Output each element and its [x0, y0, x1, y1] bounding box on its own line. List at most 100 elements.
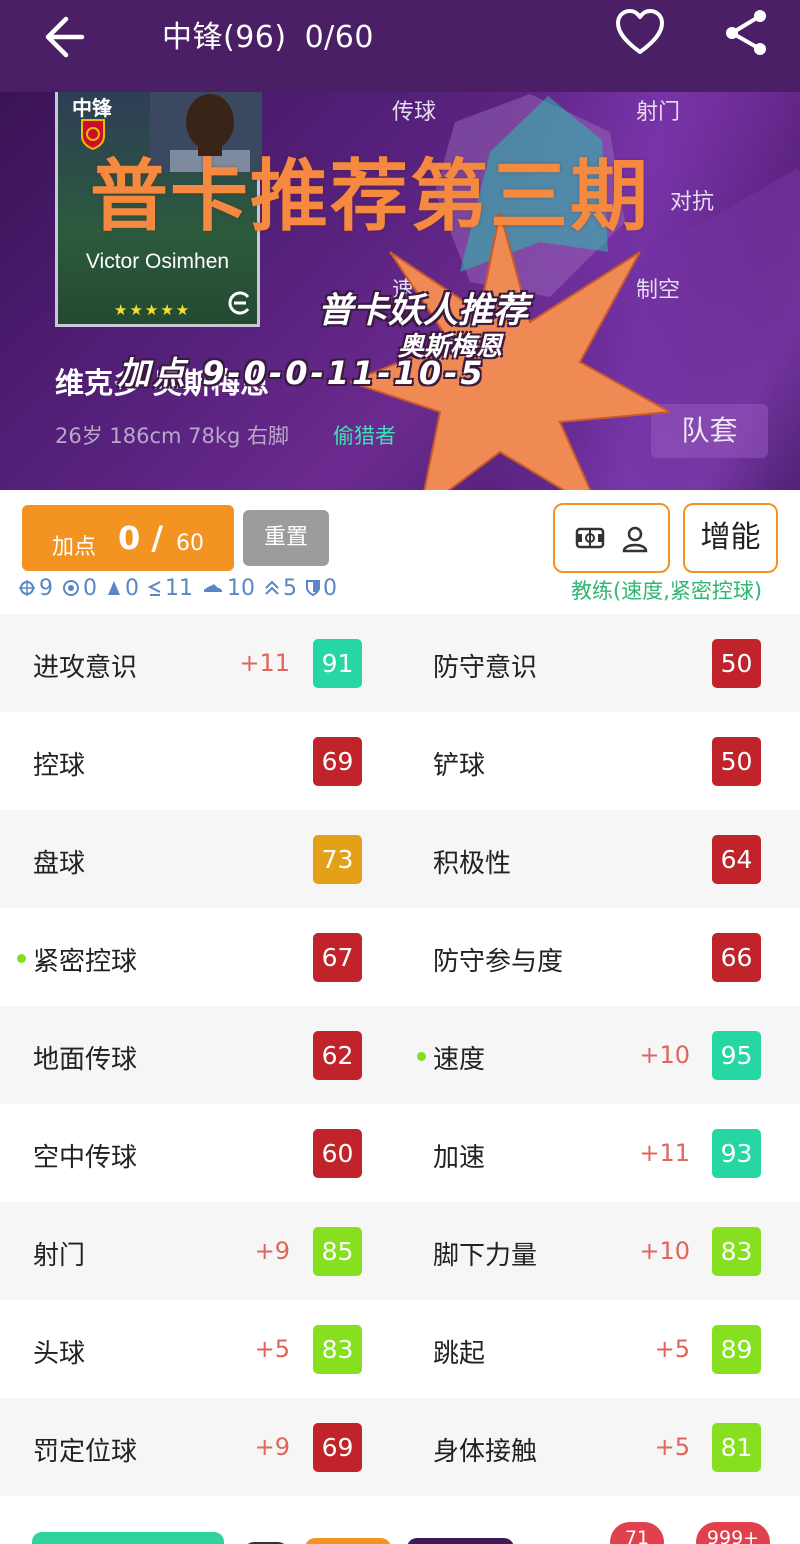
stat-row: 地面传球 62 速度 +10 95 — [0, 1006, 800, 1104]
bottom-button[interactable] — [32, 1532, 224, 1544]
stat-value: 91 — [313, 639, 362, 688]
stat-name: 身体接触 — [433, 1437, 538, 1467]
stat-value: 69 — [313, 1423, 362, 1472]
stat-row: 控球 69 铲球 50 — [0, 712, 800, 810]
stat-item[interactable]: 空中传球 60 — [0, 1104, 400, 1202]
stat-value: 89 — [712, 1325, 761, 1374]
stat-item[interactable]: 头球 +5 83 — [0, 1300, 400, 1398]
add-points-value: 0 / — [118, 519, 164, 557]
stat-value: 64 — [712, 835, 761, 884]
stat-item[interactable]: 控球 69 — [0, 712, 400, 810]
bottom-button[interactable] — [407, 1538, 514, 1544]
stat-value: 83 — [313, 1325, 362, 1374]
stat-item[interactable]: 速度 +10 95 — [400, 1006, 800, 1104]
stat-item[interactable]: 盘球 73 — [0, 810, 400, 908]
stat-boost: +5 — [654, 1335, 690, 1363]
shield-icon — [306, 580, 320, 597]
stat-value: 95 — [712, 1031, 761, 1080]
stat-item[interactable]: 加速 +11 93 — [400, 1104, 800, 1202]
stat-item[interactable]: 防守参与度 66 — [400, 908, 800, 1006]
stat-value: 62 — [313, 1031, 362, 1080]
efootball-logo-icon — [228, 291, 250, 315]
stat-row: 罚定位球 +9 69 身体接触 +5 81 — [0, 1398, 800, 1496]
stat-boost: +5 — [654, 1433, 690, 1461]
skill-dribble: 0 — [106, 576, 139, 601]
stat-name: 铲球 — [433, 751, 486, 781]
card-player-name: Victor Osimhen — [85, 250, 230, 273]
crosshair-icon — [19, 580, 35, 596]
stat-boost: +9 — [254, 1433, 290, 1461]
player-hero: 中锋 Victor Osimhen ★★★★★ 传球 射门 对抗 速度 制空 维… — [0, 92, 800, 490]
stat-name: 积极性 — [433, 849, 512, 879]
count-badge: 71 — [610, 1522, 664, 1544]
stat-item[interactable]: 脚下力量 +10 83 — [400, 1202, 800, 1300]
stat-item[interactable]: 紧密控球 67 — [0, 908, 400, 1006]
stat-boost: +11 — [639, 1139, 690, 1167]
page-title: 中锋(96) 0/60 — [162, 12, 392, 56]
stat-name: 加速 — [433, 1143, 486, 1173]
stat-item[interactable]: 防守意识 50 — [400, 614, 800, 712]
lessequal-icon — [148, 581, 161, 596]
stat-value: 85 — [313, 1227, 362, 1276]
stat-item[interactable]: 射门 +9 85 — [0, 1202, 400, 1300]
boost-button[interactable]: 增能 — [683, 503, 778, 573]
highlight-dot — [417, 1052, 426, 1061]
stat-name: 脚下力量 — [433, 1241, 538, 1271]
stat-name: 空中传球 — [33, 1143, 138, 1173]
stat-name: 地面传球 — [33, 1045, 138, 1075]
stat-row: 盘球 73 积极性 64 — [0, 810, 800, 908]
stat-name: 紧密控球 — [33, 947, 138, 977]
stat-name: 控球 — [33, 751, 86, 781]
stat-item[interactable]: 地面传球 62 — [0, 1006, 400, 1104]
promo-title: 普卡推荐第三期 — [90, 152, 651, 242]
formation-button[interactable] — [553, 503, 670, 573]
stat-name: 防守参与度 — [433, 947, 564, 977]
stat-value: 66 — [712, 933, 761, 982]
add-points-max: 60 — [176, 531, 204, 556]
top-bar: 中锋(96) 0/60 — [0, 0, 800, 92]
points-progress: 0/60 — [304, 20, 374, 55]
stat-boost: +9 — [254, 1237, 290, 1265]
stat-name: 罚定位球 — [33, 1437, 138, 1467]
promo-build: 加点 9-0-0-11-10-5 — [118, 354, 486, 392]
stat-value: 81 — [712, 1423, 761, 1472]
stat-item[interactable]: 跳起 +5 89 — [400, 1300, 800, 1398]
stat-item[interactable]: 身体接触 +5 81 — [400, 1398, 800, 1496]
stat-item[interactable]: 铲球 50 — [400, 712, 800, 810]
skill-defense: 0 — [306, 576, 337, 601]
skill-pass: 0 — [62, 576, 97, 601]
radar-label-physical: 对抗 — [670, 190, 715, 215]
favorite-heart-icon[interactable] — [612, 6, 668, 58]
stat-row: 紧密控球 67 防守参与度 66 — [0, 908, 800, 1006]
back-arrow-icon[interactable] — [36, 10, 86, 60]
pitch-icon — [575, 527, 605, 549]
bottom-button[interactable] — [305, 1538, 391, 1544]
skill-dexterity: 11 — [148, 576, 193, 601]
reset-button[interactable]: 重置 — [243, 510, 329, 566]
stat-value: 69 — [313, 737, 362, 786]
stat-boost: +10 — [639, 1237, 690, 1265]
count-badge: 999+ — [696, 1522, 770, 1544]
ball-icon — [63, 580, 79, 596]
stat-item[interactable]: 积极性 64 — [400, 810, 800, 908]
skill-shoot: 9 — [18, 576, 53, 601]
stat-boost: +10 — [639, 1041, 690, 1069]
share-icon[interactable] — [720, 6, 772, 58]
stat-name: 速度 — [433, 1045, 486, 1075]
bottom-bar — [0, 1500, 800, 1544]
radar-label-pass: 传球 — [392, 100, 437, 125]
card-stars: ★★★★★ — [114, 301, 192, 319]
stat-item[interactable]: 罚定位球 +9 69 — [0, 1398, 400, 1496]
stat-row: 进攻意识 +11 91 防守意识 50 — [0, 614, 800, 712]
stat-value: 60 — [313, 1129, 362, 1178]
stat-item[interactable]: 进攻意识 +11 91 — [0, 614, 400, 712]
stat-boost: +5 — [254, 1335, 290, 1363]
coach-info: 教练(速度,紧密控球) — [571, 579, 763, 603]
player-meta: 26岁 186cm 78kg 右脚 — [55, 424, 290, 448]
stats-table: 进攻意识 +11 91 防守意识 50 控球 69 铲球 50 盘球 73 积极性 64 紧密控球 67 防守… — [0, 614, 800, 1496]
card-position: 中锋 — [72, 96, 112, 120]
add-points-panel[interactable]: 加点 0 / 60 — [22, 505, 234, 571]
stat-row: 空中传球 60 加速 +11 93 — [0, 1104, 800, 1202]
highlight-dot — [17, 954, 26, 963]
radar-label-shoot: 射门 — [636, 100, 681, 125]
